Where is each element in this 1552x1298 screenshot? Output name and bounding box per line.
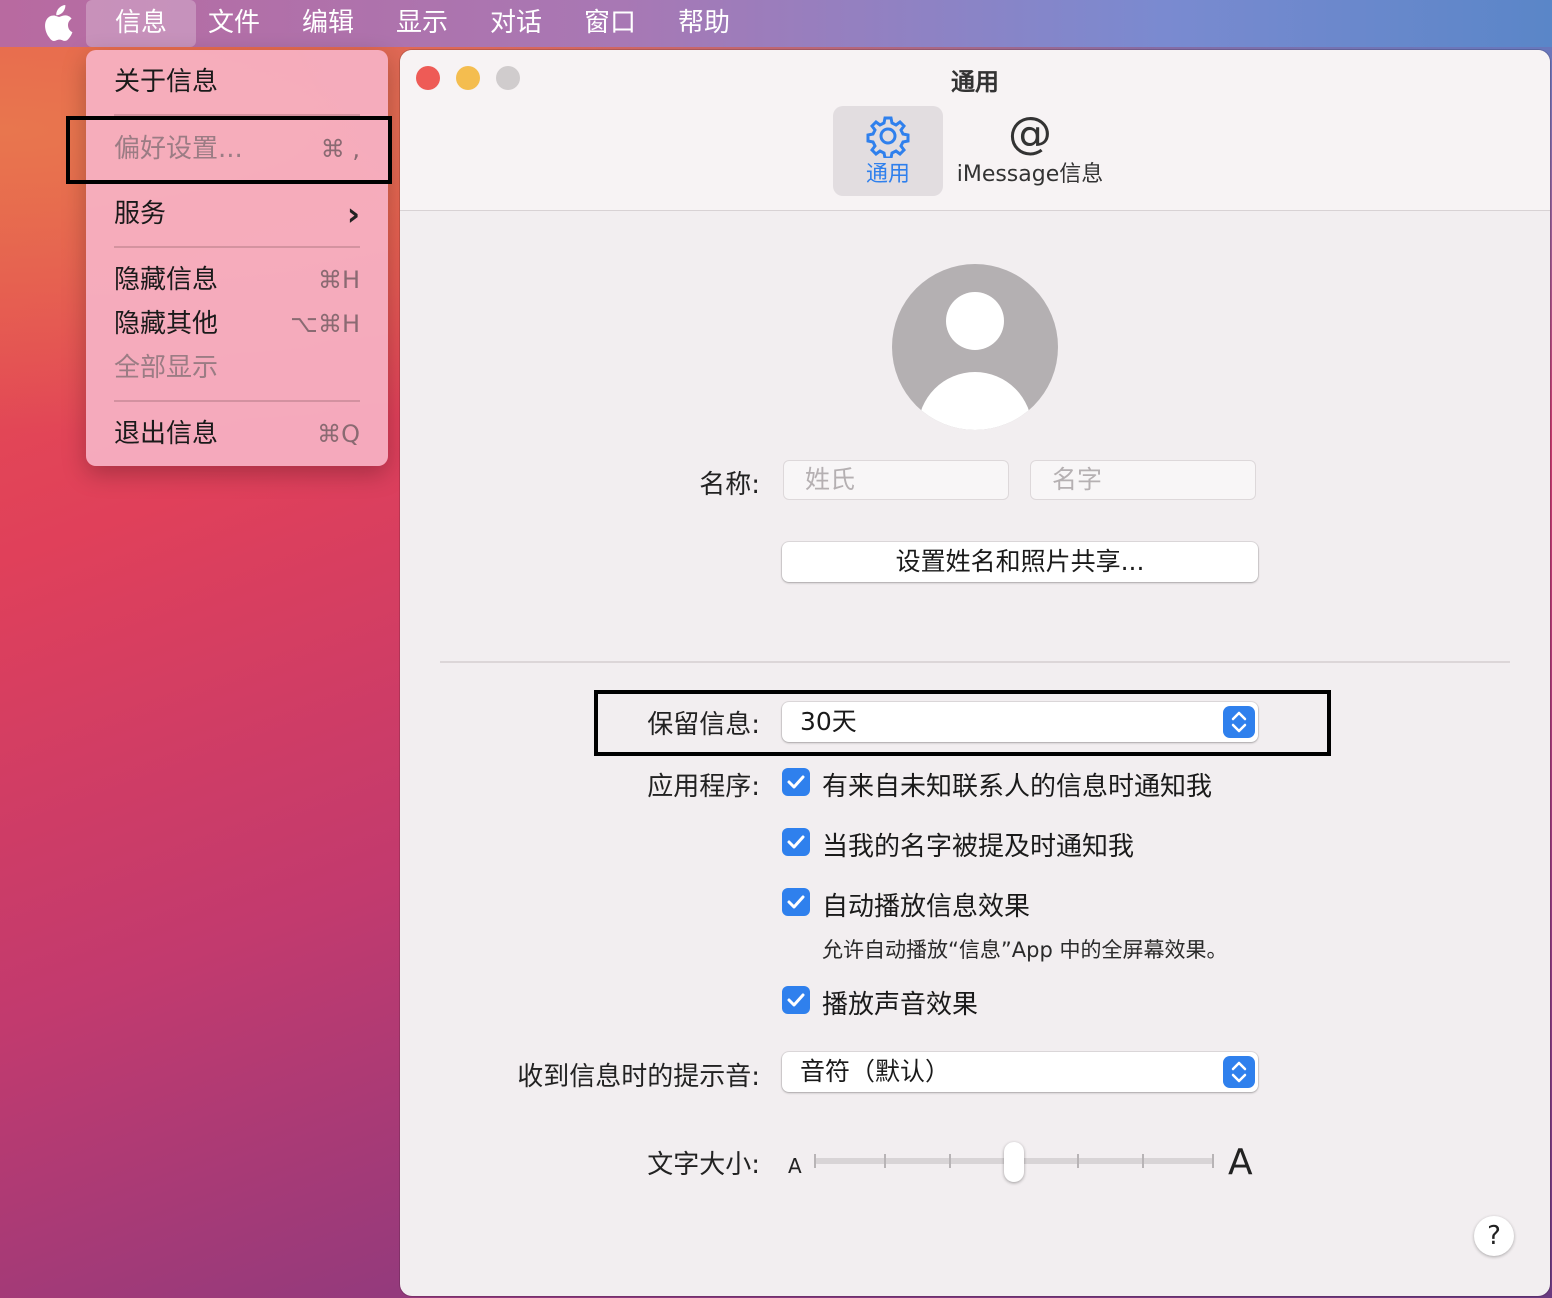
- chevron-right-icon: ›: [346, 195, 360, 233]
- first-name-field[interactable]: 名字: [1030, 460, 1256, 500]
- slider-tick: [949, 1154, 951, 1168]
- name-photo-sharing-button[interactable]: 设置姓名和照片共享...: [782, 542, 1258, 582]
- apple-logo-icon[interactable]: [40, 4, 74, 44]
- menu-item-hide-others-label: 隐藏其他: [114, 309, 219, 339]
- menu-item-hide[interactable]: 隐藏信息 ⌘H: [114, 260, 360, 300]
- menu-item-quit[interactable]: 退出信息 ⌘Q: [114, 414, 360, 454]
- menu-item-hide-label: 隐藏信息: [114, 265, 219, 295]
- menu-messages[interactable]: 信息: [86, 0, 196, 47]
- text-size-small-icon: A: [788, 1154, 802, 1178]
- slider-tick: [884, 1154, 886, 1168]
- checkmark-icon: [787, 835, 805, 849]
- menu-file[interactable]: 文件: [208, 0, 260, 47]
- checkbox-sound-effects-label: 播放声音效果: [822, 990, 979, 1020]
- menu-item-services[interactable]: 服务 ›: [114, 194, 360, 234]
- menu-window[interactable]: 窗口: [584, 0, 636, 47]
- checkbox-autoplay-effects-label: 自动播放信息效果: [822, 892, 1031, 922]
- hide-others-shortcut: ⌥⌘H: [290, 310, 360, 338]
- menu-item-hide-others[interactable]: 隐藏其他 ⌥⌘H: [114, 304, 360, 344]
- slider-tick: [1142, 1154, 1144, 1168]
- menu-item-show-all[interactable]: 全部显示: [114, 348, 360, 388]
- checkbox-sound-effects[interactable]: [782, 986, 810, 1014]
- checkmark-icon: [787, 993, 805, 1007]
- slider-tick: [1077, 1154, 1079, 1168]
- text-size-large-icon: A: [1228, 1142, 1253, 1183]
- text-size-label: 文字大小:: [647, 1150, 760, 1180]
- checkbox-autoplay-effects[interactable]: [782, 888, 810, 916]
- alert-sound-value: 音符（默认）: [800, 1057, 951, 1086]
- alert-sound-select[interactable]: 音符（默认）: [782, 1052, 1258, 1092]
- menu-help[interactable]: 帮助: [678, 0, 730, 47]
- checkbox-name-mentioned[interactable]: [782, 828, 810, 856]
- alert-sound-label: 收到信息时的提示音:: [517, 1062, 760, 1092]
- hide-shortcut: ⌘H: [317, 266, 360, 294]
- avatar-body: [918, 372, 1032, 430]
- menu-conversation[interactable]: 对话: [490, 0, 542, 47]
- text-size-slider-knob[interactable]: [1004, 1142, 1024, 1182]
- avatar-head: [946, 292, 1004, 350]
- window-toolbar: 通用 通用 @ iMessage信息: [400, 50, 1550, 211]
- name-label: 名称:: [699, 470, 760, 500]
- slider-tick: [814, 1154, 816, 1168]
- highlight-box-keep-messages: [594, 690, 1331, 756]
- avatar[interactable]: [892, 264, 1058, 430]
- tab-general-label: 通用: [865, 162, 910, 187]
- tab-imessage[interactable]: @ iMessage信息: [952, 106, 1108, 196]
- checkbox-unknown-contacts[interactable]: [782, 768, 810, 796]
- checkbox-name-mentioned-label: 当我的名字被提及时通知我: [822, 832, 1135, 862]
- autoplay-hint: 允许自动播放“信息”App 中的全屏幕效果。: [822, 938, 1228, 962]
- help-button[interactable]: ?: [1474, 1216, 1514, 1256]
- menu-bar: 信息 文件 编辑 显示 对话 窗口 帮助: [0, 0, 1552, 47]
- gear-icon: [866, 116, 910, 158]
- menu-item-services-label: 服务: [114, 199, 167, 229]
- last-name-field[interactable]: 姓氏: [783, 460, 1009, 500]
- checkmark-icon: [787, 895, 805, 909]
- window-title: 通用: [951, 68, 999, 96]
- menu-item-show-all-label: 全部显示: [114, 353, 219, 383]
- quit-shortcut: ⌘Q: [317, 420, 360, 448]
- menu-edit[interactable]: 编辑: [302, 0, 354, 47]
- highlight-box-preferences: [66, 116, 392, 184]
- section-divider: [440, 661, 1510, 663]
- at-icon: @: [1008, 108, 1052, 159]
- menu-separator: [114, 246, 360, 248]
- slider-tick: [1212, 1154, 1214, 1168]
- menu-item-quit-label: 退出信息: [114, 419, 219, 449]
- tab-general[interactable]: 通用: [833, 106, 943, 196]
- chevron-updown-icon: [1223, 1056, 1255, 1088]
- menu-view[interactable]: 显示: [396, 0, 448, 47]
- checkmark-icon: [787, 775, 805, 789]
- messages-dropdown-menu: 关于信息 偏好设置... ⌘ , 服务 › 隐藏信息 ⌘H 隐藏其他 ⌥⌘H 全…: [86, 50, 388, 466]
- menu-item-about-label: 关于信息: [114, 67, 219, 97]
- menu-item-about[interactable]: 关于信息: [114, 62, 360, 102]
- checkbox-unknown-contacts-label: 有来自未知联系人的信息时通知我: [822, 772, 1213, 802]
- application-label: 应用程序:: [647, 772, 760, 802]
- tab-imessage-label: iMessage信息: [956, 162, 1104, 187]
- preferences-window: 通用 通用 @ iMessage信息 名称: 姓氏 名字 设置姓名和照片共享..…: [400, 50, 1550, 1296]
- menu-separator: [114, 400, 360, 402]
